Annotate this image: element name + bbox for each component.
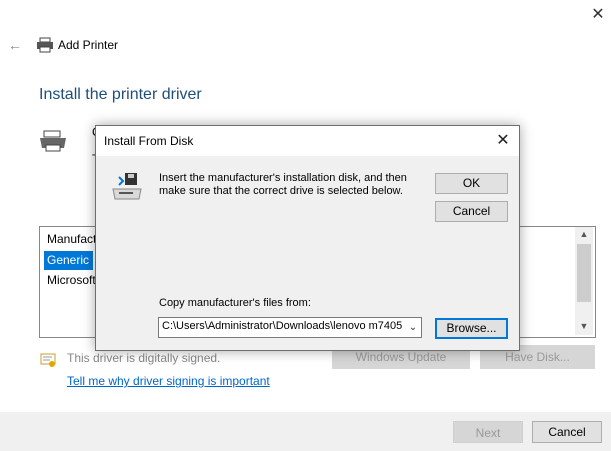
signed-status-text: This driver is digitally signed. (67, 351, 221, 365)
next-button[interactable]: Next (453, 421, 523, 443)
list-item[interactable]: Microsoft (47, 273, 96, 287)
dialog-title: Install From Disk (104, 134, 194, 148)
back-arrow-icon[interactable]: ← (8, 37, 24, 53)
path-input[interactable]: C:\Users\Administrator\Downloads\lenovo … (162, 320, 402, 332)
copy-files-label: Copy manufacturer's files from: (159, 297, 311, 309)
scroll-down-icon[interactable]: ▼ (575, 319, 593, 334)
close-icon[interactable]: ✕ (494, 132, 512, 150)
ok-button[interactable]: OK (435, 173, 508, 194)
wizard-header-title: Add Printer (58, 38, 119, 52)
dialog-cancel-button[interactable]: Cancel (435, 201, 508, 222)
cancel-button[interactable]: Cancel (532, 421, 602, 443)
close-icon[interactable]: ✕ (589, 6, 607, 24)
list-item[interactable]: Generic (44, 251, 93, 270)
printer-icon (37, 37, 53, 53)
scroll-thumb[interactable] (577, 244, 591, 302)
driver-signing-link[interactable]: Tell me why driver signing is important (67, 374, 270, 388)
certificate-icon (40, 353, 56, 367)
browse-button[interactable]: Browse... (435, 318, 508, 339)
printer-icon (40, 130, 66, 152)
manufacturer-column-header[interactable]: Manufact (47, 232, 96, 246)
page-title: Install the printer driver (39, 86, 202, 103)
scroll-up-icon[interactable]: ▲ (575, 227, 593, 242)
disk-drive-icon (112, 173, 142, 200)
chevron-down-icon[interactable]: ⌄ (405, 318, 421, 337)
dialog-message: Insert the manufacturer's installation d… (159, 172, 407, 197)
